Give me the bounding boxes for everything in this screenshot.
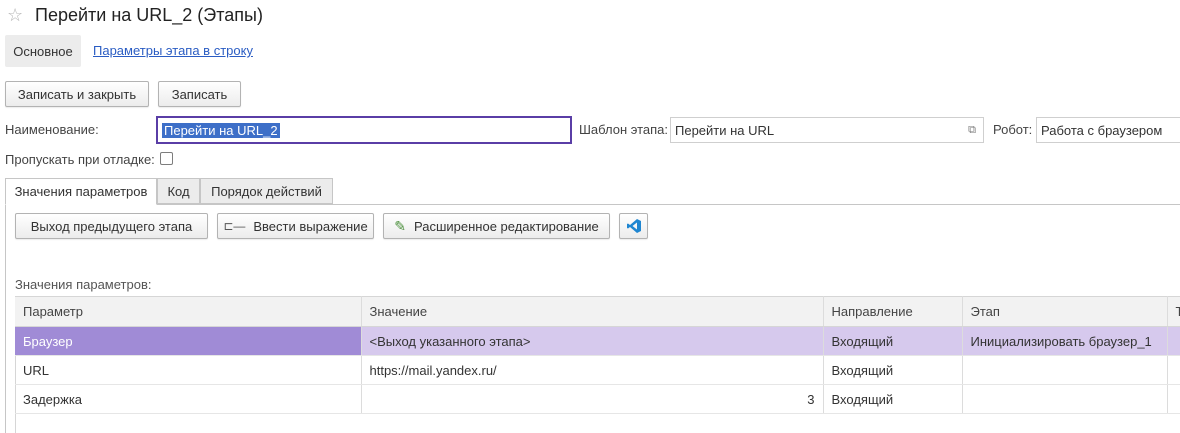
cell-t[interactable] xyxy=(1167,355,1180,385)
col-header-param[interactable]: Параметр xyxy=(15,296,362,327)
cell-param[interactable]: Браузер xyxy=(15,326,362,356)
cell-value[interactable]: <Выход указанного этапа> xyxy=(361,326,824,356)
col-header-t[interactable]: Т xyxy=(1167,296,1180,327)
pencil-icon: ✎ xyxy=(394,217,406,234)
template-field[interactable]: Перейти на URL ⧉ xyxy=(670,117,984,143)
col-header-stage[interactable]: Этап xyxy=(962,296,1168,327)
robot-field[interactable]: Работа с браузером xyxy=(1036,117,1180,143)
cell-direction[interactable]: Входящий xyxy=(823,384,963,414)
expression-icon: ⊏— xyxy=(223,219,246,233)
col-header-value[interactable]: Значение xyxy=(361,296,824,327)
robot-value: Работа с браузером xyxy=(1041,122,1163,138)
col-header-direction[interactable]: Направление xyxy=(823,296,963,327)
name-field[interactable]: Перейти на URL_2 xyxy=(156,116,572,144)
star-icon[interactable]: ☆ xyxy=(7,5,23,25)
cell-param[interactable]: URL xyxy=(15,355,362,385)
save-close-button[interactable]: Записать и закрыть xyxy=(5,81,149,107)
tab-code[interactable]: Код xyxy=(157,178,200,204)
name-value: Перейти на URL_2 xyxy=(162,122,280,138)
vscode-icon xyxy=(626,219,641,233)
table-row[interactable]: Задержка 3 Входящий xyxy=(15,384,1180,414)
params-section-label: Значения параметров: xyxy=(15,277,152,292)
tab-action-order[interactable]: Порядок действий xyxy=(200,178,333,204)
prev-stage-output-button[interactable]: Выход предыдущего этапа xyxy=(15,213,208,239)
params-table: Параметр Значение Направление Этап Т Бра… xyxy=(15,296,1180,414)
robot-label: Робот: xyxy=(993,122,1033,137)
template-value: Перейти на URL xyxy=(675,122,775,138)
skip-debug-checkbox[interactable] xyxy=(160,152,173,165)
cell-stage[interactable] xyxy=(962,355,1168,385)
open-icon[interactable]: ⧉ xyxy=(961,118,983,142)
cell-value[interactable]: 3 xyxy=(361,384,824,414)
skip-debug-label: Пропускать при отладке: xyxy=(5,152,155,167)
window-title: Перейти на URL_2 (Этапы) xyxy=(35,5,263,25)
table-row[interactable]: Браузер <Выход указанного этапа> Входящи… xyxy=(15,326,1180,356)
name-label: Наименование: xyxy=(5,122,99,137)
table-row[interactable]: URL https://mail.yandex.ru/ Входящий xyxy=(15,355,1180,385)
cell-param[interactable]: Задержка xyxy=(15,384,362,414)
cell-t[interactable] xyxy=(1167,326,1180,356)
cell-t[interactable] xyxy=(1167,384,1180,414)
enter-expression-label: Ввести выражение xyxy=(253,218,368,234)
tab-param-values[interactable]: Значения параметров xyxy=(5,178,157,205)
cell-stage[interactable] xyxy=(962,384,1168,414)
cell-stage[interactable]: Инициализировать браузер_1 xyxy=(962,326,1168,356)
advanced-edit-button[interactable]: ✎ Расширенное редактирование xyxy=(383,213,610,239)
cell-value[interactable]: https://mail.yandex.ru/ xyxy=(361,355,824,385)
advanced-edit-label: Расширенное редактирование xyxy=(414,218,599,234)
vscode-button[interactable] xyxy=(619,213,648,239)
template-label: Шаблон этапа: xyxy=(579,122,669,137)
save-button[interactable]: Записать xyxy=(158,81,241,107)
table-header-row: Параметр Значение Направление Этап Т xyxy=(15,296,1180,327)
tab-main[interactable]: Основное xyxy=(5,35,81,67)
cell-direction[interactable]: Входящий xyxy=(823,355,963,385)
enter-expression-button[interactable]: ⊏— Ввести выражение xyxy=(217,213,374,239)
tab-params-inline-link[interactable]: Параметры этапа в строку xyxy=(93,43,253,58)
cell-direction[interactable]: Входящий xyxy=(823,326,963,356)
